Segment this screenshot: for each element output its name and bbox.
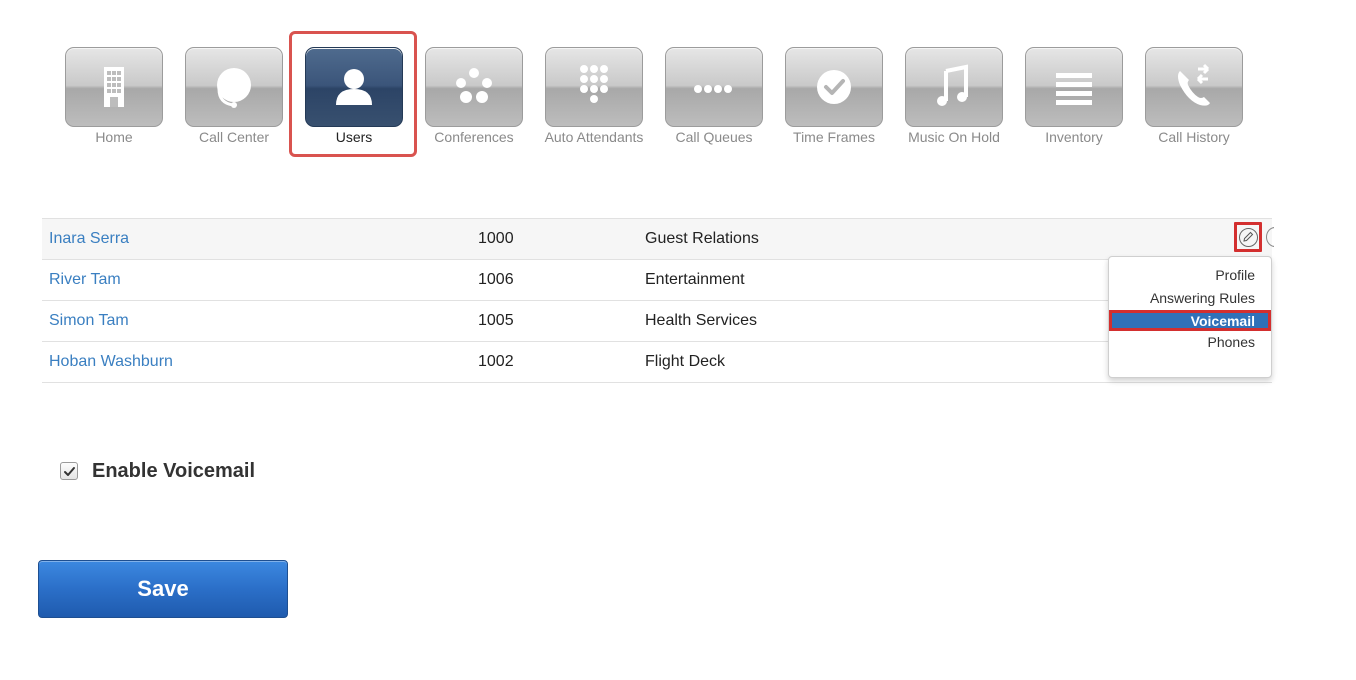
user-name-link[interactable]: Inara Serra (49, 219, 129, 259)
phone-history-icon (1178, 63, 1210, 106)
user-name-link[interactable]: Simon Tam (49, 301, 129, 341)
list-lines-icon (1056, 73, 1092, 105)
menu-item-voicemail[interactable]: Voicemail (1109, 310, 1271, 331)
menu-item-answering-rules[interactable]: Answering Rules (1109, 287, 1271, 310)
edit-button[interactable] (1234, 222, 1262, 252)
nav-item-auto-attendants[interactable]: Auto Attendants (544, 47, 644, 145)
nav-item-music-on-hold[interactable]: Music On Hold (904, 47, 1004, 145)
save-button[interactable]: Save (38, 560, 288, 618)
table-row: Simon Tam 1005 Health Services (42, 300, 1272, 341)
nav-item-home[interactable]: Home (64, 47, 164, 145)
nav-label: Time Frames (793, 129, 875, 145)
nav-item-call-history[interactable]: Call History (1144, 47, 1244, 145)
checkmark-icon (63, 466, 75, 476)
nav-label: Call Center (198, 129, 270, 145)
nav-label: Call Queues (675, 129, 753, 145)
nav-label: Auto Attendants (544, 129, 644, 145)
building-icon (104, 67, 124, 107)
user-name-link[interactable]: River Tam (49, 260, 121, 300)
nav-label: Music On Hold (908, 129, 1000, 145)
edit-dropdown-menu: Profile Answering Rules Voicemail Phones (1108, 256, 1272, 378)
keypad-icon (580, 65, 608, 103)
headset-icon (217, 68, 251, 108)
queue-dots-icon (694, 85, 732, 93)
table-row: Hoban Washburn 1002 Flight Deck (42, 341, 1272, 383)
nav-item-time-frames[interactable]: Time Frames (784, 47, 884, 145)
enable-voicemail-row: Enable Voicemail (60, 456, 255, 486)
user-extension: 1002 (478, 353, 514, 370)
user-department: Flight Deck (645, 353, 726, 370)
table-row: River Tam 1006 Entertainment (42, 259, 1272, 300)
enable-voicemail-label: Enable Voicemail (92, 459, 256, 482)
music-note-icon (937, 64, 968, 106)
nav-item-inventory[interactable]: Inventory (1024, 47, 1124, 145)
clock-check-icon (817, 70, 851, 104)
enable-voicemail-checkbox[interactable] (60, 462, 78, 480)
more-options-icon[interactable] (1266, 227, 1274, 247)
pencil-icon (1243, 231, 1254, 242)
nav-label: Inventory (1045, 129, 1103, 145)
active-nav-highlight (289, 31, 417, 157)
user-extension: 1005 (478, 312, 514, 329)
user-extension: 1006 (478, 271, 514, 288)
user-name-link[interactable]: Hoban Washburn (49, 342, 173, 382)
nav-label: Call History (1158, 129, 1230, 145)
user-extension: 1000 (478, 230, 514, 247)
main-nav: Home Call Center Users Conferences Auto … (64, 47, 1264, 197)
nav-label: Conferences (434, 129, 514, 145)
table-row: Inara Serra 1000 Guest Relations (42, 218, 1274, 259)
menu-item-phones[interactable]: Phones (1109, 331, 1271, 354)
nav-item-call-queues[interactable]: Call Queues (664, 47, 764, 145)
nav-label: Home (95, 129, 133, 145)
nav-item-conferences[interactable]: Conferences (424, 47, 524, 145)
menu-item-profile[interactable]: Profile (1109, 264, 1271, 287)
user-department: Guest Relations (645, 230, 759, 247)
user-department: Health Services (645, 312, 758, 329)
users-table: Inara Serra 1000 Guest Relations River T… (42, 218, 1274, 383)
nav-item-call-center[interactable]: Call Center (184, 47, 284, 145)
user-department: Entertainment (645, 271, 745, 288)
conference-dots-icon (456, 68, 492, 103)
